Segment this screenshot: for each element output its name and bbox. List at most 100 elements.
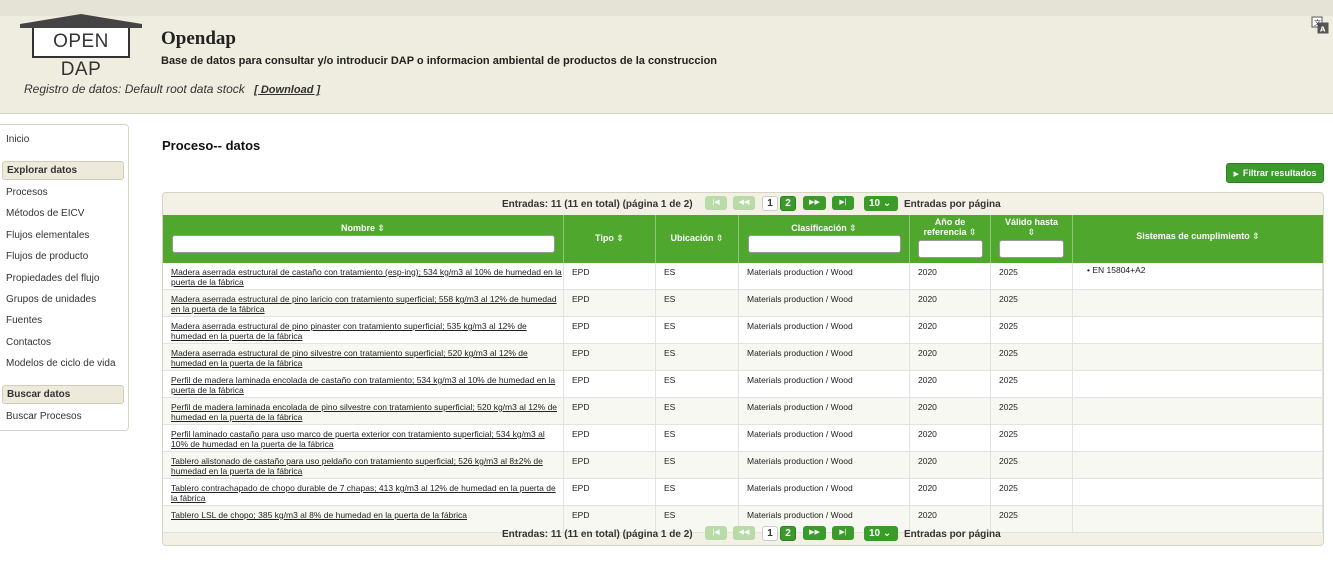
cell-tipo: EPD [564, 479, 656, 506]
cell-valido-hasta: 2025 [991, 398, 1073, 425]
process-name-link[interactable]: Madera aserrada estructural de pino lari… [171, 294, 557, 314]
column-header-clasificacion[interactable]: Clasificación ⇳ [739, 215, 910, 263]
table-row[interactable]: Madera aserrada estructural de pino lari… [163, 290, 1323, 317]
page-2-button[interactable]: 2 [780, 196, 796, 211]
sidebar: Inicio Explorar datos Procesos Métodos d… [0, 124, 129, 431]
sidebar-heading-explorar[interactable]: Explorar datos [2, 161, 124, 180]
sidebar-item-inicio[interactable]: Inicio [6, 134, 29, 145]
sidebar-item-modelos-ciclo-vida[interactable]: Modelos de ciclo de vida [6, 358, 116, 369]
per-page-select[interactable]: 10 ⌄ [864, 196, 898, 211]
svg-text:A: A [1320, 26, 1326, 34]
cell-valido-hasta: 2025 [991, 452, 1073, 479]
pager-top: Entradas: 11 (11 en total) (página 1 de … [163, 193, 1323, 215]
column-label: Válido hasta [1004, 217, 1058, 227]
cell-ano-referencia: 2020 [910, 317, 991, 344]
filter-input-valido-hasta[interactable] [999, 240, 1064, 258]
column-header-nombre[interactable]: Nombre ⇳ [163, 215, 564, 263]
column-header-ubicacion[interactable]: Ubicación ⇳ [656, 215, 739, 263]
cell-tipo: EPD [564, 371, 656, 398]
cell-ubicacion: ES [656, 425, 739, 452]
cell-clasificacion: Materials production / Wood [739, 452, 910, 479]
next-page-icon[interactable]: ▶▶ [803, 196, 826, 210]
per-page-select[interactable]: 10 ⌄ [864, 526, 898, 541]
process-name-link[interactable]: Perfil de madera laminada encolada de ca… [171, 375, 555, 395]
cell-tipo: EPD [564, 290, 656, 317]
previous-page-icon[interactable]: ◀◀ [733, 196, 755, 210]
cell-ubicacion: ES [656, 371, 739, 398]
filter-input-clasificacion[interactable] [748, 235, 901, 253]
column-header-tipo[interactable]: Tipo ⇳ [564, 215, 656, 263]
sort-icon: ⇳ [377, 223, 386, 233]
logo-roof-icon [20, 14, 142, 28]
next-page-icon[interactable]: ▶▶ [803, 526, 826, 540]
process-name-link[interactable]: Perfil laminado castaño para uso marco d… [171, 429, 545, 449]
filter-input-ano-referencia[interactable] [918, 240, 983, 258]
per-page-value: 10 [869, 528, 881, 539]
cell-nombre: Perfil de madera laminada encolada de ca… [163, 371, 564, 398]
table-row[interactable]: Madera aserrada estructural de castaño c… [163, 263, 1323, 290]
process-name-link[interactable]: Madera aserrada estructural de castaño c… [171, 267, 562, 287]
table-row[interactable]: Tablero alistonado de castaño para uso p… [163, 452, 1323, 479]
cell-ano-referencia: 2020 [910, 344, 991, 371]
page-1-button[interactable]: 1 [762, 196, 778, 211]
registry-label: Registro de datos: Default root data sto… [24, 82, 245, 96]
cell-clasificacion: Materials production / Wood [739, 263, 910, 290]
sidebar-item-flujos-producto[interactable]: Flujos de producto [6, 251, 88, 262]
table-row[interactable]: Perfil de madera laminada encolada de pi… [163, 398, 1323, 425]
sidebar-item-metodos-eicv[interactable]: Métodos de EICV [6, 208, 84, 219]
table-row[interactable]: Perfil laminado castaño para uso marco d… [163, 425, 1323, 452]
sidebar-heading-buscar[interactable]: Buscar datos [2, 385, 124, 404]
page-1-button[interactable]: 1 [762, 526, 778, 541]
process-name-link[interactable]: Tablero contrachapado de chopo durable d… [171, 483, 556, 503]
cell-ano-referencia: 2020 [910, 290, 991, 317]
sort-icon: ⇳ [1252, 231, 1260, 241]
process-name-link[interactable]: Tablero LSL de chopo; 385 kg/m3 al 8% de… [171, 510, 467, 520]
table-row[interactable]: Tablero contrachapado de chopo durable d… [163, 479, 1323, 506]
table-row[interactable]: Perfil de madera laminada encolada de ca… [163, 371, 1323, 398]
process-name-link[interactable]: Madera aserrada estructural de pino pina… [171, 321, 527, 341]
sidebar-item-propiedades-flujo[interactable]: Propiedades del flujo [6, 273, 99, 284]
process-name-link[interactable]: Tablero alistonado de castaño para uso p… [171, 456, 543, 476]
translate-icon[interactable]: 文 A [1311, 16, 1329, 34]
cell-ano-referencia: 2020 [910, 479, 991, 506]
cell-sistemas-cumplimiento [1073, 479, 1323, 506]
first-page-icon[interactable]: |◀ [705, 526, 727, 540]
sort-icon: ⇳ [715, 233, 724, 243]
column-header-sistemas-cumplimiento[interactable]: Sistemas de cumplimiento ⇳ [1073, 215, 1323, 263]
cell-tipo: EPD [564, 263, 656, 290]
filter-input-nombre[interactable] [172, 235, 555, 253]
pager-info: Entradas: 11 (11 en total) (página 1 de … [502, 199, 693, 210]
cell-sistemas-cumplimiento [1073, 290, 1323, 317]
page-2-button[interactable]: 2 [780, 526, 796, 541]
per-page-label: Entradas por página [904, 199, 1001, 210]
sidebar-item-contactos[interactable]: Contactos [6, 337, 51, 348]
sort-icon: ⇳ [849, 223, 857, 233]
process-name-link[interactable]: Madera aserrada estructural de pino silv… [171, 348, 528, 368]
sidebar-item-buscar-procesos[interactable]: Buscar Procesos [6, 411, 82, 422]
cell-ano-referencia: 2020 [910, 425, 991, 452]
column-header-valido-hasta[interactable]: Válido hasta ⇳ [991, 215, 1073, 263]
cell-valido-hasta: 2025 [991, 371, 1073, 398]
sidebar-item-procesos[interactable]: Procesos [6, 187, 48, 198]
sidebar-item-grupos-unidades[interactable]: Grupos de unidades [6, 294, 96, 305]
last-page-icon[interactable]: ▶| [832, 526, 854, 540]
filter-results-button[interactable]: ▶ Filtrar resultados [1226, 163, 1324, 183]
cell-valido-hasta: 2025 [991, 344, 1073, 371]
download-link[interactable]: [ Download ] [254, 84, 320, 96]
first-page-icon[interactable]: |◀ [705, 196, 727, 210]
cell-valido-hasta: 2025 [991, 317, 1073, 344]
sidebar-item-flujos-elementales[interactable]: Flujos elementales [6, 230, 89, 241]
last-page-icon[interactable]: ▶| [832, 196, 854, 210]
site-logo[interactable]: OPEN DAP [20, 14, 142, 80]
previous-page-icon[interactable]: ◀◀ [733, 526, 755, 540]
cell-ubicacion: ES [656, 344, 739, 371]
cell-nombre: Tablero alistonado de castaño para uso p… [163, 452, 564, 479]
table-row[interactable]: Madera aserrada estructural de pino silv… [163, 344, 1323, 371]
cell-valido-hasta: 2025 [991, 425, 1073, 452]
cell-clasificacion: Materials production / Wood [739, 290, 910, 317]
sidebar-item-fuentes[interactable]: Fuentes [6, 315, 42, 326]
table-row[interactable]: Madera aserrada estructural de pino pina… [163, 317, 1323, 344]
column-header-ano-referencia[interactable]: Año de referencia ⇳ [910, 215, 991, 263]
process-name-link[interactable]: Perfil de madera laminada encolada de pi… [171, 402, 557, 422]
cell-clasificacion: Materials production / Wood [739, 425, 910, 452]
